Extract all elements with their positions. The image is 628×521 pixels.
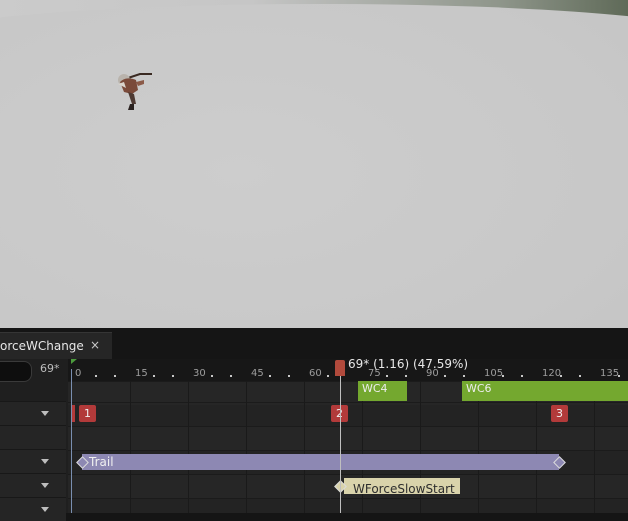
editor-tab-bar: orceWChange × [0, 328, 628, 360]
playhead-readout: 69* (1.16) (47.59%) [348, 359, 469, 371]
notify-event-tag[interactable]: WForceSlowStart [344, 478, 460, 496]
sync-marker[interactable]: 3 [551, 405, 568, 422]
minor-tick [153, 375, 155, 377]
minor-tick [405, 375, 407, 377]
minor-tick [463, 375, 465, 377]
minor-tick [386, 375, 388, 377]
range-start-flag[interactable] [71, 359, 77, 364]
tick-label: 0 [75, 368, 82, 379]
viewport[interactable] [0, 0, 628, 328]
minor-tick [560, 375, 562, 377]
close-icon[interactable]: × [90, 338, 100, 352]
notify-state-label: Trail [89, 455, 114, 469]
search-input[interactable] [0, 361, 32, 382]
track-list-panel: 69* [0, 359, 70, 521]
chevron-down-icon[interactable] [41, 507, 49, 512]
tick-label: 120 [542, 368, 562, 379]
gridline [188, 381, 189, 513]
tick-label: 45 [251, 368, 264, 379]
tick-label: 105 [484, 368, 504, 379]
minor-tick [444, 375, 446, 377]
minor-tick [114, 375, 116, 377]
playhead-line[interactable] [340, 369, 341, 513]
track-row-notifies[interactable] [0, 449, 66, 473]
timeline-panel[interactable]: 0 15 30 45 60 75 90 105 120 135 WC4 WC6 … [68, 359, 628, 513]
minor-tick [211, 375, 213, 377]
tick-label: 135 [600, 368, 620, 379]
clip-label: WC6 [466, 382, 492, 395]
gridline [304, 381, 305, 513]
clip-label: WC4 [362, 382, 388, 395]
range-start-line [71, 369, 72, 513]
track-row-sections[interactable] [0, 401, 66, 425]
chevron-down-icon[interactable] [41, 483, 49, 488]
track-row-curves[interactable] [0, 497, 66, 521]
gridline [246, 381, 247, 513]
tick-label: 60 [309, 368, 322, 379]
minor-tick [521, 375, 523, 377]
track-row-markers[interactable] [0, 425, 66, 449]
sync-marker[interactable]: 1 [79, 405, 96, 422]
minor-tick [95, 375, 97, 377]
character-icon[interactable] [110, 68, 156, 112]
tick-label: 15 [135, 368, 148, 379]
minor-tick [269, 375, 271, 377]
notify-event-label: WForceSlowStart [353, 482, 455, 496]
tab-title: orceWChange [0, 339, 84, 353]
playhead-handle[interactable] [335, 360, 345, 376]
tab-animation-asset[interactable]: orceWChange × [0, 332, 112, 360]
notify-state-bar[interactable]: Trail [82, 454, 559, 470]
lane-markers[interactable] [68, 402, 628, 426]
minor-tick [618, 375, 620, 377]
lane-curves[interactable] [68, 498, 628, 513]
tick-label: 30 [193, 368, 206, 379]
chevron-down-icon[interactable] [41, 411, 49, 416]
minor-tick [327, 375, 329, 377]
minor-tick [288, 375, 290, 377]
minor-tick [172, 375, 174, 377]
minor-tick [502, 375, 504, 377]
minor-tick [230, 375, 232, 377]
chevron-down-icon[interactable] [41, 459, 49, 464]
gridline [130, 381, 131, 513]
floor-plane [0, 4, 628, 328]
marker-edge [72, 405, 75, 422]
current-frame-readout: 69* [40, 362, 60, 375]
section-clip[interactable]: WC6 [462, 381, 628, 401]
lane-notify-state[interactable] [68, 426, 628, 450]
track-row-events[interactable] [0, 473, 66, 497]
section-clip[interactable]: WC4 [358, 381, 407, 401]
minor-tick [579, 375, 581, 377]
